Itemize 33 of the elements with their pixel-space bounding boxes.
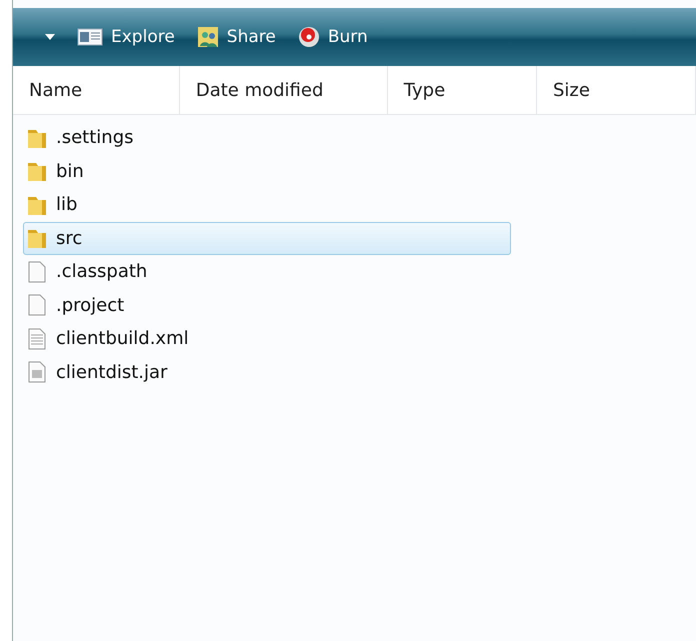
file-name: clientdist.jar bbox=[56, 362, 168, 383]
column-header[interactable]: Size bbox=[537, 66, 696, 114]
file-name: .settings bbox=[56, 127, 134, 148]
people-icon bbox=[196, 26, 219, 48]
file-row[interactable]: .settings bbox=[23, 121, 511, 154]
folder-icon bbox=[26, 160, 48, 182]
file-name: lib bbox=[56, 194, 78, 216]
file-row[interactable]: .classpath bbox=[23, 255, 511, 288]
disc-icon bbox=[298, 26, 320, 48]
file-name: clientbuild.xml bbox=[56, 328, 189, 350]
window-icon bbox=[77, 27, 103, 47]
column-header[interactable]: Date modified bbox=[180, 66, 388, 114]
file-row[interactable]: clientdist.jar bbox=[23, 356, 511, 389]
file-name: .project bbox=[56, 294, 124, 316]
archive-file-icon bbox=[26, 361, 48, 384]
file-name: src bbox=[56, 228, 82, 249]
text-file-icon bbox=[26, 328, 48, 350]
toolbar-button[interactable]: Burn bbox=[292, 22, 374, 52]
file-row[interactable]: src bbox=[23, 222, 511, 255]
blank-file-icon bbox=[26, 294, 48, 316]
toolbar-button[interactable]: Share bbox=[190, 22, 282, 52]
file-name: bin bbox=[56, 160, 84, 182]
toolbar-button[interactable]: Explore bbox=[71, 23, 181, 51]
column-header[interactable]: Type bbox=[388, 66, 537, 114]
caret-icon bbox=[45, 34, 55, 40]
column-header[interactable]: Name bbox=[13, 66, 180, 114]
file-row[interactable]: lib bbox=[23, 188, 511, 222]
file-row[interactable]: bin bbox=[23, 154, 511, 188]
blank-file-icon bbox=[26, 260, 48, 283]
file-row[interactable]: clientbuild.xml bbox=[23, 322, 511, 356]
file-row[interactable]: .project bbox=[23, 288, 511, 322]
file-name: .classpath bbox=[56, 261, 148, 282]
folder-icon bbox=[26, 227, 48, 250]
